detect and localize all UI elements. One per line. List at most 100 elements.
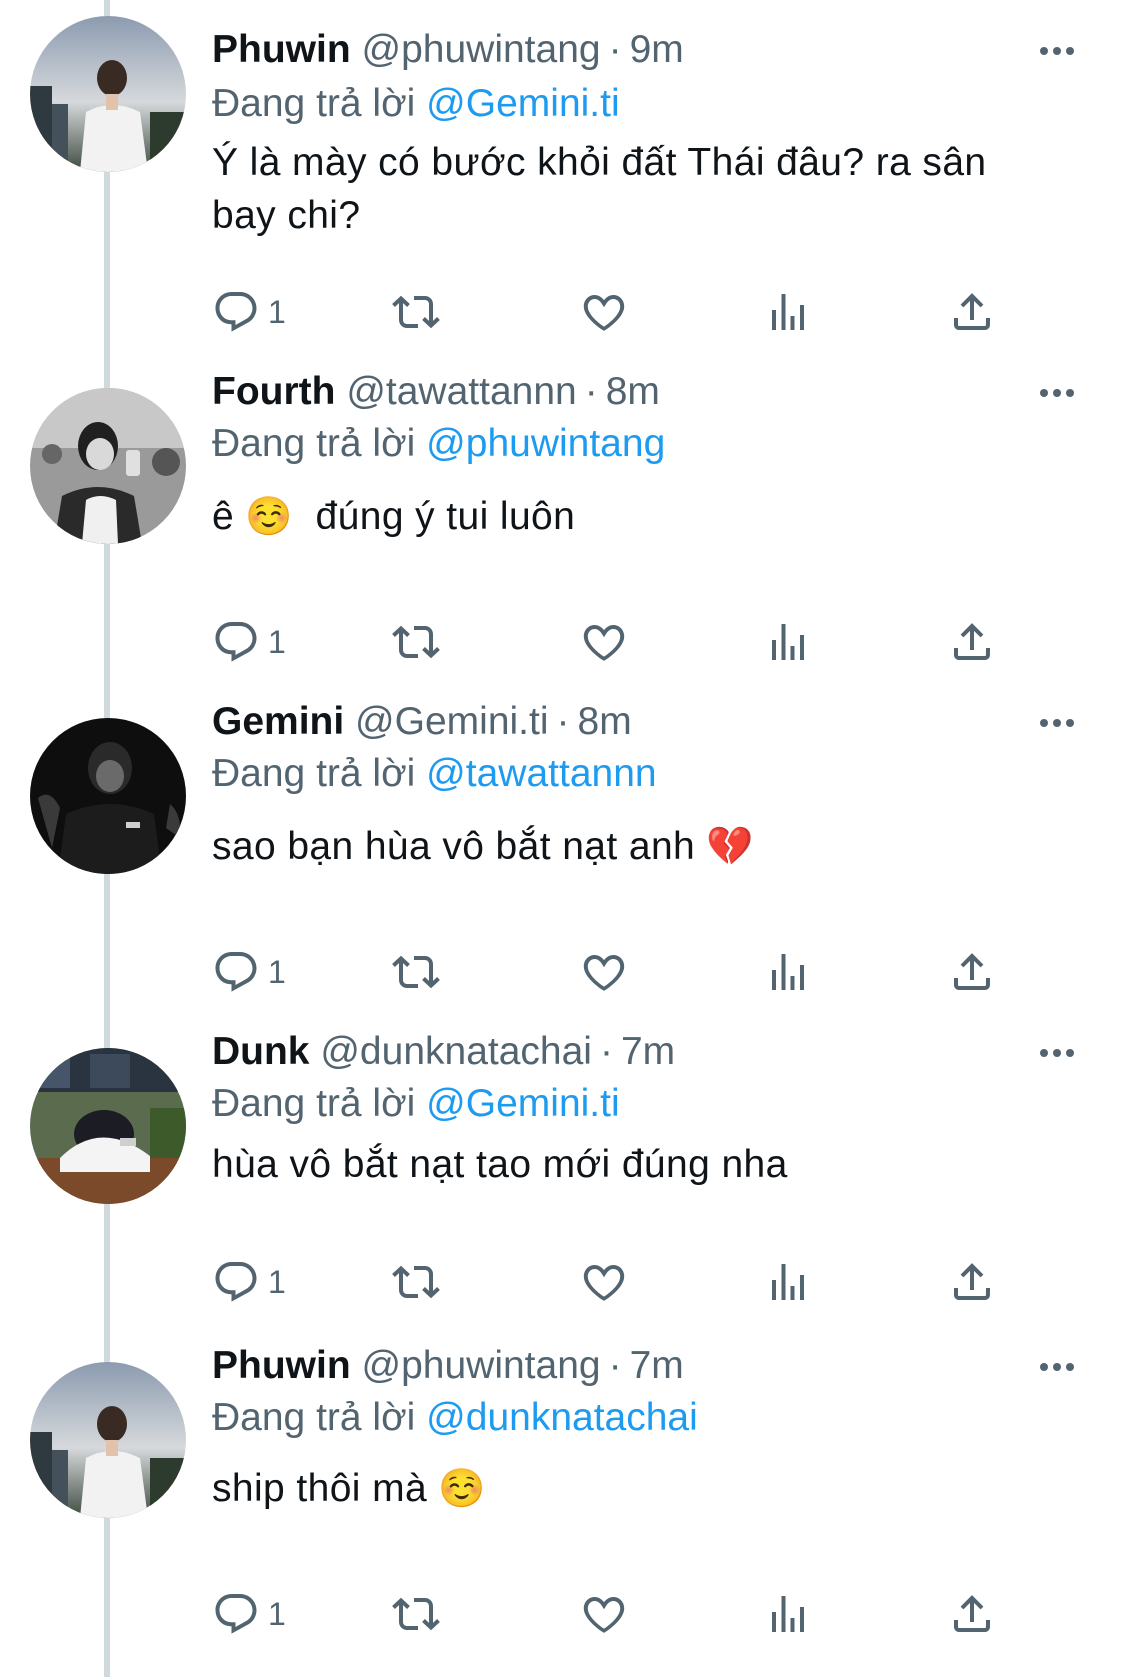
- replying-to-label: Đang trả lời: [212, 752, 416, 795]
- like-button[interactable]: [580, 612, 628, 672]
- reply-count: 1: [268, 953, 286, 990]
- author-name[interactable]: Fourth: [212, 370, 335, 413]
- tweet-header: Fourth @tawattannn · 8m: [212, 364, 660, 420]
- tweet-time[interactable]: 8m: [578, 700, 632, 743]
- reply-count: 1: [268, 1263, 286, 1300]
- replying-to-mention[interactable]: @phuwintang: [426, 422, 665, 465]
- retweet-button[interactable]: [392, 1252, 440, 1312]
- separator-dot: ·: [608, 28, 622, 71]
- analytics-button[interactable]: [764, 612, 812, 672]
- tweet-header: Phuwin @phuwintang · 7m: [212, 1338, 684, 1394]
- tweet-time[interactable]: 7m: [630, 1344, 684, 1387]
- tweet-text: ship thôi mà ☺️: [212, 1462, 1072, 1516]
- more-options-button[interactable]: [1037, 708, 1077, 738]
- separator-dot: ·: [556, 700, 570, 743]
- more-horizontal-icon: [1040, 1363, 1074, 1371]
- analytics-button[interactable]: [764, 1252, 812, 1312]
- more-options-button[interactable]: [1037, 378, 1077, 408]
- more-options-button[interactable]: [1037, 1038, 1077, 1068]
- tweet-text-part: đúng ý tui luôn: [315, 495, 576, 538]
- share-button[interactable]: [948, 612, 996, 672]
- tweet-4[interactable]: Dunk @dunknatachai · 7m Đang trả lời @Gemi…: [0, 1024, 1125, 1354]
- action-bar: 1: [212, 612, 1012, 672]
- tweet-time[interactable]: 7m: [621, 1030, 675, 1073]
- more-options-button[interactable]: [1037, 36, 1077, 66]
- retweet-button[interactable]: [392, 942, 440, 1002]
- tweet-header: Phuwin @phuwintang · 9m: [212, 22, 684, 78]
- share-upload-icon: [954, 1595, 990, 1632]
- author-name[interactable]: Phuwin: [212, 28, 351, 71]
- heart-icon: [583, 1597, 625, 1633]
- author-handle[interactable]: @Gemini.ti: [355, 700, 548, 743]
- author-name[interactable]: Dunk: [212, 1030, 310, 1073]
- retweet-icon: [392, 625, 440, 659]
- analytics-bars-icon: [772, 1596, 804, 1632]
- reply-button[interactable]: 1: [212, 942, 286, 1002]
- avatar-gemini[interactable]: [30, 718, 186, 874]
- tweet-5[interactable]: Phuwin @phuwintang · 7m Đang trả lời @dunk…: [0, 1338, 1125, 1677]
- action-bar: 1: [212, 942, 1012, 1002]
- like-button[interactable]: [580, 282, 628, 342]
- tweet-time[interactable]: 8m: [606, 370, 660, 413]
- replying-to-mention[interactable]: @Gemini.ti: [426, 1082, 619, 1125]
- action-bar: 1: [212, 282, 1012, 342]
- author-handle[interactable]: @phuwintang: [362, 1344, 601, 1387]
- analytics-bars-icon: [772, 294, 804, 330]
- share-button[interactable]: [948, 1252, 996, 1312]
- author-handle[interactable]: @dunknatachai: [320, 1030, 592, 1073]
- author-name[interactable]: Phuwin: [212, 1344, 351, 1387]
- analytics-button[interactable]: [764, 1584, 812, 1644]
- tweet-3[interactable]: Gemini @Gemini.ti · 8m Đang trả lời @tawat…: [0, 694, 1125, 1024]
- reply-bubble-icon: [215, 1594, 257, 1634]
- analytics-bars-icon: [772, 624, 804, 660]
- replying-to: Đang trả lời @dunknatachai: [212, 1390, 698, 1446]
- reply-button[interactable]: 1: [212, 612, 286, 672]
- analytics-button[interactable]: [764, 282, 812, 342]
- share-upload-icon: [954, 623, 990, 660]
- retweet-button[interactable]: [392, 1584, 440, 1644]
- author-name[interactable]: Gemini: [212, 700, 344, 743]
- more-horizontal-icon: [1040, 47, 1074, 55]
- more-options-button[interactable]: [1037, 1352, 1077, 1382]
- like-button[interactable]: [580, 1584, 628, 1644]
- share-button[interactable]: [948, 942, 996, 1002]
- reply-bubble-icon: [215, 1262, 257, 1302]
- reply-bubble-icon: [215, 292, 257, 332]
- share-button[interactable]: [948, 282, 996, 342]
- analytics-bars-icon: [772, 954, 804, 990]
- tweet-text: Ý là mày có bước khỏi đất Thái đâu? ra s…: [212, 136, 1072, 242]
- like-button[interactable]: [580, 942, 628, 1002]
- replying-to-mention[interactable]: @dunknatachai: [426, 1396, 698, 1439]
- tweet-text-line: Ý là mày có bước khỏi đất Thái đâu? ra s…: [212, 141, 987, 184]
- replying-to-mention[interactable]: @Gemini.ti: [426, 82, 619, 125]
- tweet-time[interactable]: 9m: [630, 28, 684, 71]
- tweet-2[interactable]: Fourth @tawattannn · 8m Đang trả lời @phuw…: [0, 364, 1125, 694]
- reply-button[interactable]: 1: [212, 282, 286, 342]
- reply-bubble-icon: [215, 952, 257, 992]
- retweet-icon: [392, 955, 440, 989]
- avatar-phuwin[interactable]: [30, 1362, 186, 1518]
- author-handle[interactable]: @phuwintang: [362, 28, 601, 71]
- tweet-text: ê ☺️ đúng ý tui luôn: [212, 490, 1072, 544]
- reply-button[interactable]: 1: [212, 1584, 286, 1644]
- avatar-fourth[interactable]: [30, 388, 186, 544]
- author-handle[interactable]: @tawattannn: [346, 370, 576, 413]
- replying-to-mention[interactable]: @tawattannn: [426, 752, 656, 795]
- retweet-icon: [392, 1597, 440, 1631]
- analytics-button[interactable]: [764, 942, 812, 1002]
- tweet-text: sao bạn hùa vô bắt nạt anh 💔: [212, 820, 1072, 874]
- avatar-dunk[interactable]: [30, 1048, 186, 1204]
- more-horizontal-icon: [1040, 389, 1074, 397]
- replying-to: Đang trả lời @Gemini.ti: [212, 1076, 620, 1132]
- tweet-1[interactable]: Phuwin @phuwintang · 9m Đang trả lời @Gemi…: [0, 0, 1125, 360]
- separator-dot: ·: [599, 1030, 613, 1073]
- like-button[interactable]: [580, 1252, 628, 1312]
- retweet-button[interactable]: [392, 612, 440, 672]
- tweet-text-part: ship thôi mà: [212, 1467, 428, 1510]
- heart-icon: [583, 295, 625, 331]
- tweet-text-part: hùa vô bắt nạt tao mới đúng nha: [212, 1143, 788, 1186]
- retweet-button[interactable]: [392, 282, 440, 342]
- reply-button[interactable]: 1: [212, 1252, 286, 1312]
- avatar-phuwin[interactable]: [30, 16, 186, 172]
- share-button[interactable]: [948, 1584, 996, 1644]
